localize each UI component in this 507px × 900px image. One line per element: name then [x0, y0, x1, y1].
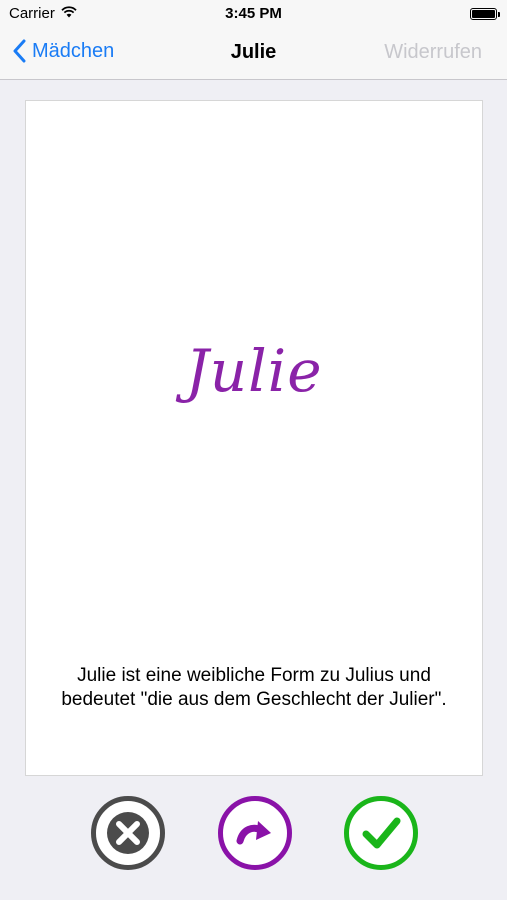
navigation-bar: Mädchen Julie Widerrufen — [0, 28, 507, 80]
redo-arrow-icon — [233, 811, 277, 855]
skip-button[interactable] — [218, 796, 292, 870]
name-card[interactable]: Julie Julie ist eine weibliche Form zu J… — [25, 100, 483, 776]
screen: Carrier 3:45 PM Mädchen Julie Widerrufen — [0, 0, 507, 900]
accept-button[interactable] — [344, 796, 418, 870]
status-bar: Carrier 3:45 PM — [0, 0, 507, 28]
reject-button[interactable] — [91, 796, 165, 870]
close-icon — [107, 812, 149, 854]
status-time: 3:45 PM — [225, 5, 282, 22]
card-name-title: Julie — [185, 337, 323, 405]
card-description: Julie ist eine weibliche Form zu Julius … — [61, 665, 447, 710]
battery-icon — [470, 8, 500, 20]
battery-tip — [498, 12, 500, 17]
checkmark-icon — [362, 817, 401, 849]
undo-button[interactable]: Widerrufen — [384, 41, 482, 64]
battery-fill — [472, 10, 495, 18]
